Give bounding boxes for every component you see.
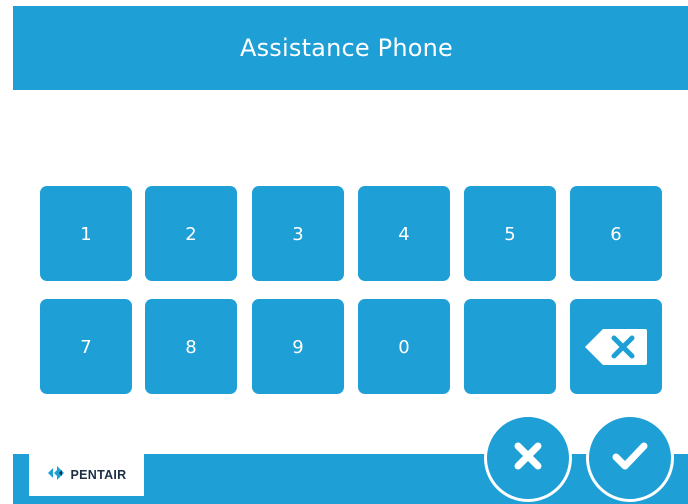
key-2[interactable]: 2 bbox=[145, 186, 237, 281]
key-label: 8 bbox=[185, 337, 197, 358]
pentair-logo: PENTAIR bbox=[29, 454, 144, 496]
key-4[interactable]: 4 bbox=[358, 186, 450, 281]
backspace-icon bbox=[583, 327, 649, 367]
phone-number-display bbox=[40, 108, 662, 168]
page-title: Assistance Phone bbox=[239, 34, 454, 62]
backspace-button[interactable] bbox=[570, 299, 662, 394]
key-8[interactable]: 8 bbox=[145, 299, 237, 394]
checkmark-icon bbox=[612, 441, 648, 475]
confirm-button[interactable] bbox=[586, 414, 674, 502]
key-1[interactable]: 1 bbox=[40, 186, 132, 281]
key-6[interactable]: 6 bbox=[570, 186, 662, 281]
key-label: 0 bbox=[398, 337, 410, 358]
key-label: 1 bbox=[80, 224, 92, 245]
key-9[interactable]: 9 bbox=[252, 299, 344, 394]
key-label: 7 bbox=[80, 337, 92, 358]
key-blank[interactable] bbox=[464, 299, 556, 394]
key-label: 4 bbox=[398, 224, 410, 245]
key-7[interactable]: 7 bbox=[40, 299, 132, 394]
key-label: 3 bbox=[292, 224, 304, 245]
key-0[interactable]: 0 bbox=[358, 299, 450, 394]
key-5[interactable]: 5 bbox=[464, 186, 556, 281]
close-icon bbox=[513, 441, 543, 475]
key-label: 2 bbox=[185, 224, 197, 245]
pentair-logo-icon bbox=[46, 464, 66, 486]
assistance-phone-screen: Assistance Phone 1 2 3 4 5 6 7 8 9 0 PEN… bbox=[0, 0, 688, 504]
key-3[interactable]: 3 bbox=[252, 186, 344, 281]
pentair-logo-text: PENTAIR bbox=[70, 468, 127, 482]
key-label: 5 bbox=[504, 224, 516, 245]
key-label: 9 bbox=[292, 337, 304, 358]
key-label: 6 bbox=[610, 224, 622, 245]
header-bar: Assistance Phone bbox=[13, 6, 688, 90]
cancel-button[interactable] bbox=[484, 414, 572, 502]
